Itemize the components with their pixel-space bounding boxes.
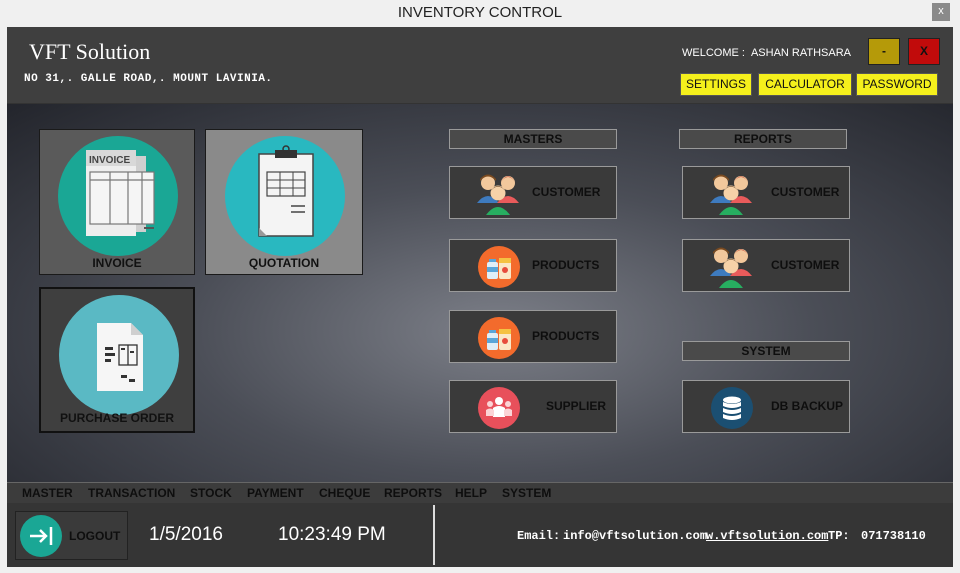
- invoice-icon: INVOICE: [58, 136, 178, 256]
- masters-supplier-label: SUPPLIER: [546, 399, 607, 413]
- purchase-order-icon: [59, 295, 179, 415]
- email-value: info@vftsolution.com: [563, 529, 708, 543]
- invoice-label: INVOICE: [92, 256, 142, 270]
- purchase-order-label: PURCHASE ORDER: [59, 411, 174, 425]
- menu-master[interactable]: MASTER: [22, 486, 73, 500]
- db-backup-button[interactable]: DB BACKUP: [682, 380, 850, 433]
- tp-label: TP:: [828, 529, 850, 543]
- masters-products-label: PRODUCTS: [532, 258, 600, 272]
- invoice-tile[interactable]: INVOICE INVOICE: [39, 129, 195, 275]
- menu-transaction[interactable]: TRANSACTION: [88, 486, 175, 500]
- masters-customer-button[interactable]: CUSTOMER: [449, 166, 617, 219]
- reports-customer-label: CUSTOMER: [771, 185, 840, 199]
- quotation-tile[interactable]: QUOTATION: [205, 129, 363, 275]
- masters-products-label-2: PRODUCTS: [532, 329, 600, 343]
- menu-reports[interactable]: REPORTS: [384, 486, 442, 500]
- website-link[interactable]: w.vftsolution.com: [706, 529, 828, 543]
- menu-help[interactable]: HELP: [455, 486, 487, 500]
- people-icon: [710, 173, 753, 215]
- window-title: INVENTORY CONTROL: [397, 4, 563, 21]
- minimize-button[interactable]: -: [868, 38, 900, 65]
- phone-value: 071738110: [861, 529, 926, 543]
- logout-button[interactable]: LOGOUT: [15, 511, 128, 560]
- quotation-icon: [225, 136, 345, 256]
- welcome-label: WELCOME :: [682, 47, 745, 59]
- status-footer: LOGOUT 1/5/2016 10:23:49 PM Email: info@…: [7, 503, 953, 567]
- company-address: NO 31,. GALLE ROAD,. MOUNT LAVINIA.: [24, 73, 273, 85]
- menu-stock[interactable]: STOCK: [190, 486, 232, 500]
- logout-label: LOGOUT: [69, 529, 121, 543]
- products-icon: [478, 246, 520, 288]
- app-close-button[interactable]: X: [908, 38, 940, 65]
- masters-products-button-2[interactable]: PRODUCTS: [449, 310, 617, 363]
- menu-system[interactable]: SYSTEM: [502, 486, 551, 500]
- password-button[interactable]: PASSWORD: [856, 73, 938, 96]
- purchase-order-tile[interactable]: PURCHASE ORDER: [39, 287, 195, 433]
- user-name: ASHAN RATHSARA: [750, 47, 851, 59]
- reports-customer-label-2: CUSTOMER: [771, 258, 840, 272]
- supplier-icon: [478, 387, 520, 429]
- people-icon: [477, 173, 520, 215]
- footer-divider: [433, 505, 435, 565]
- current-time: 10:23:49 PM: [278, 524, 386, 545]
- header: VFT Solution NO 31,. GALLE ROAD,. MOUNT …: [7, 27, 953, 104]
- system-header: SYSTEM: [682, 341, 850, 361]
- masters-products-button[interactable]: PRODUCTS: [449, 239, 617, 292]
- reports-customer-button[interactable]: CUSTOMER: [682, 166, 850, 219]
- people-icon: [710, 246, 753, 288]
- logout-icon: [20, 515, 62, 557]
- quotation-label: QUOTATION: [248, 256, 320, 270]
- masters-header: MASTERS: [449, 129, 617, 149]
- window-close-button[interactable]: x: [932, 3, 950, 21]
- menu-payment[interactable]: PAYMENT: [247, 486, 304, 500]
- email-label: Email:: [517, 529, 561, 543]
- masters-supplier-button[interactable]: SUPPLIER: [449, 380, 617, 433]
- menu-bar: MASTER TRANSACTION STOCK PAYMENT CHEQUE …: [7, 482, 953, 503]
- calculator-button[interactable]: CALCULATOR: [758, 73, 852, 96]
- settings-button[interactable]: SETTINGS: [680, 73, 752, 96]
- invoice-doc-text: INVOICE: [89, 155, 130, 166]
- products-icon: [478, 317, 520, 359]
- reports-header: REPORTS: [679, 129, 847, 149]
- db-backup-label: DB BACKUP: [771, 399, 843, 413]
- database-icon: [711, 387, 753, 429]
- masters-customer-label: CUSTOMER: [532, 185, 601, 199]
- app-window: VFT Solution NO 31,. GALLE ROAD,. MOUNT …: [7, 27, 953, 567]
- welcome-text: WELCOME : ASHAN RATHSARA: [682, 47, 851, 59]
- window-titlebar: INVENTORY CONTROL x: [0, 0, 960, 27]
- company-name: VFT Solution: [29, 39, 151, 64]
- menu-cheque[interactable]: CHEQUE: [319, 486, 370, 500]
- dashboard-area: INVOICE INVOICE QUOTATION PURCHASE ORDER…: [7, 104, 953, 482]
- current-date: 1/5/2016: [149, 524, 223, 545]
- reports-customer-button-2[interactable]: CUSTOMER: [682, 239, 850, 292]
